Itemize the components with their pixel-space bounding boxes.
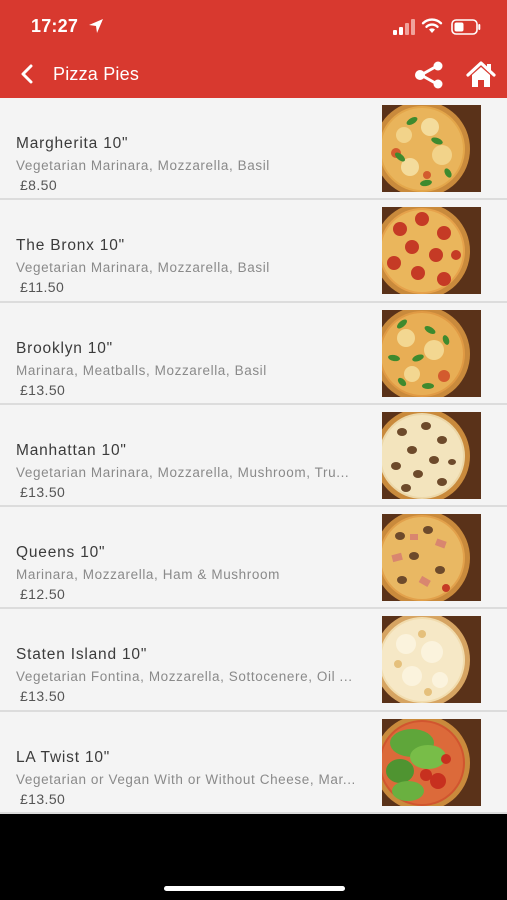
item-name: Manhattan 10" bbox=[16, 441, 127, 459]
home-icon bbox=[466, 61, 496, 87]
list-item[interactable]: The Bronx 10" Vegetarian Marinara, Mozza… bbox=[0, 200, 507, 303]
item-image bbox=[382, 718, 481, 806]
list-item[interactable]: Margherita 10" Vegetarian Marinara, Mozz… bbox=[0, 98, 507, 201]
page-title: Pizza Pies bbox=[53, 64, 140, 84]
item-description: Vegetarian Marinara, Mozzarella, Mushroo… bbox=[16, 464, 350, 480]
item-image bbox=[382, 411, 481, 499]
cellular-signal-icon bbox=[393, 19, 415, 35]
item-name: The Bronx 10" bbox=[16, 237, 125, 255]
item-description: Marinara, Mozzarella, Ham & Mushroom bbox=[16, 567, 280, 583]
item-price: £13.50 bbox=[20, 688, 66, 705]
item-description: Vegetarian Marinara, Mozzarella, Basil bbox=[16, 260, 270, 276]
item-description: Vegetarian Marinara, Mozzarella, Basil bbox=[16, 158, 270, 173]
battery-icon bbox=[451, 19, 481, 35]
navigation-bar: Pizza Pies bbox=[0, 50, 507, 98]
item-description: Vegetarian or Vegan With or Without Chee… bbox=[16, 771, 356, 787]
pepperoni-pizza-image bbox=[382, 207, 481, 295]
item-name: LA Twist 10" bbox=[16, 748, 111, 766]
location-arrow-icon bbox=[89, 19, 103, 33]
basil-pizza-image bbox=[382, 309, 481, 397]
margherita-pizza-image bbox=[382, 105, 481, 192]
status-bar: 17:27 bbox=[0, 0, 507, 50]
item-description: Marinara, Meatballs, Mozzarella, Basil bbox=[16, 362, 267, 378]
menu-list: Margherita 10" Vegetarian Marinara, Mozz… bbox=[0, 98, 507, 814]
salad-pizza-image bbox=[382, 718, 481, 806]
item-name: Margherita 10" bbox=[16, 135, 129, 152]
item-name: Brooklyn 10" bbox=[16, 339, 113, 357]
item-image bbox=[382, 207, 481, 295]
list-item[interactable]: Manhattan 10" Vegetarian Marinara, Mozza… bbox=[0, 404, 507, 508]
mushroom-pizza-image bbox=[382, 411, 481, 499]
item-description: Vegetarian Fontina, Mozzarella, Sottocen… bbox=[16, 669, 353, 685]
chevron-left-icon bbox=[21, 64, 33, 84]
item-price: £13.50 bbox=[20, 483, 66, 500]
top-bar: 17:27 Pizza Pies bbox=[0, 0, 507, 98]
item-price: £13.50 bbox=[20, 790, 66, 807]
share-icon bbox=[415, 61, 443, 89]
item-image bbox=[382, 309, 481, 397]
back-button[interactable] bbox=[14, 60, 40, 88]
home-indicator[interactable] bbox=[164, 886, 345, 891]
item-image bbox=[382, 105, 481, 192]
share-button[interactable] bbox=[413, 61, 445, 89]
item-name: Staten Island 10" bbox=[16, 646, 148, 664]
bottom-area bbox=[0, 814, 507, 900]
item-price: £8.50 bbox=[20, 177, 58, 193]
item-image bbox=[382, 514, 481, 602]
list-item[interactable]: Queens 10" Marinara, Mozzarella, Ham & M… bbox=[0, 507, 507, 610]
wifi-icon bbox=[421, 18, 443, 33]
status-time: 17:27 bbox=[31, 16, 79, 36]
item-price: £13.50 bbox=[20, 381, 66, 398]
home-button[interactable] bbox=[465, 60, 497, 90]
item-name: Queens 10" bbox=[16, 544, 106, 562]
list-item[interactable]: LA Twist 10" Vegetarian or Vegan With or… bbox=[0, 711, 507, 814]
list-item[interactable]: Staten Island 10" Vegetarian Fontina, Mo… bbox=[0, 609, 507, 712]
ham-mushroom-pizza-image bbox=[382, 514, 481, 602]
phone-screen: 17:27 Pizza Pies Margherita 10" Vegetari… bbox=[0, 0, 507, 900]
white-pizza-image bbox=[382, 616, 481, 704]
item-price: £12.50 bbox=[20, 586, 66, 603]
list-item[interactable]: Brooklyn 10" Marinara, Meatballs, Mozzar… bbox=[0, 302, 507, 405]
item-image bbox=[382, 616, 481, 704]
item-price: £11.50 bbox=[20, 279, 65, 296]
